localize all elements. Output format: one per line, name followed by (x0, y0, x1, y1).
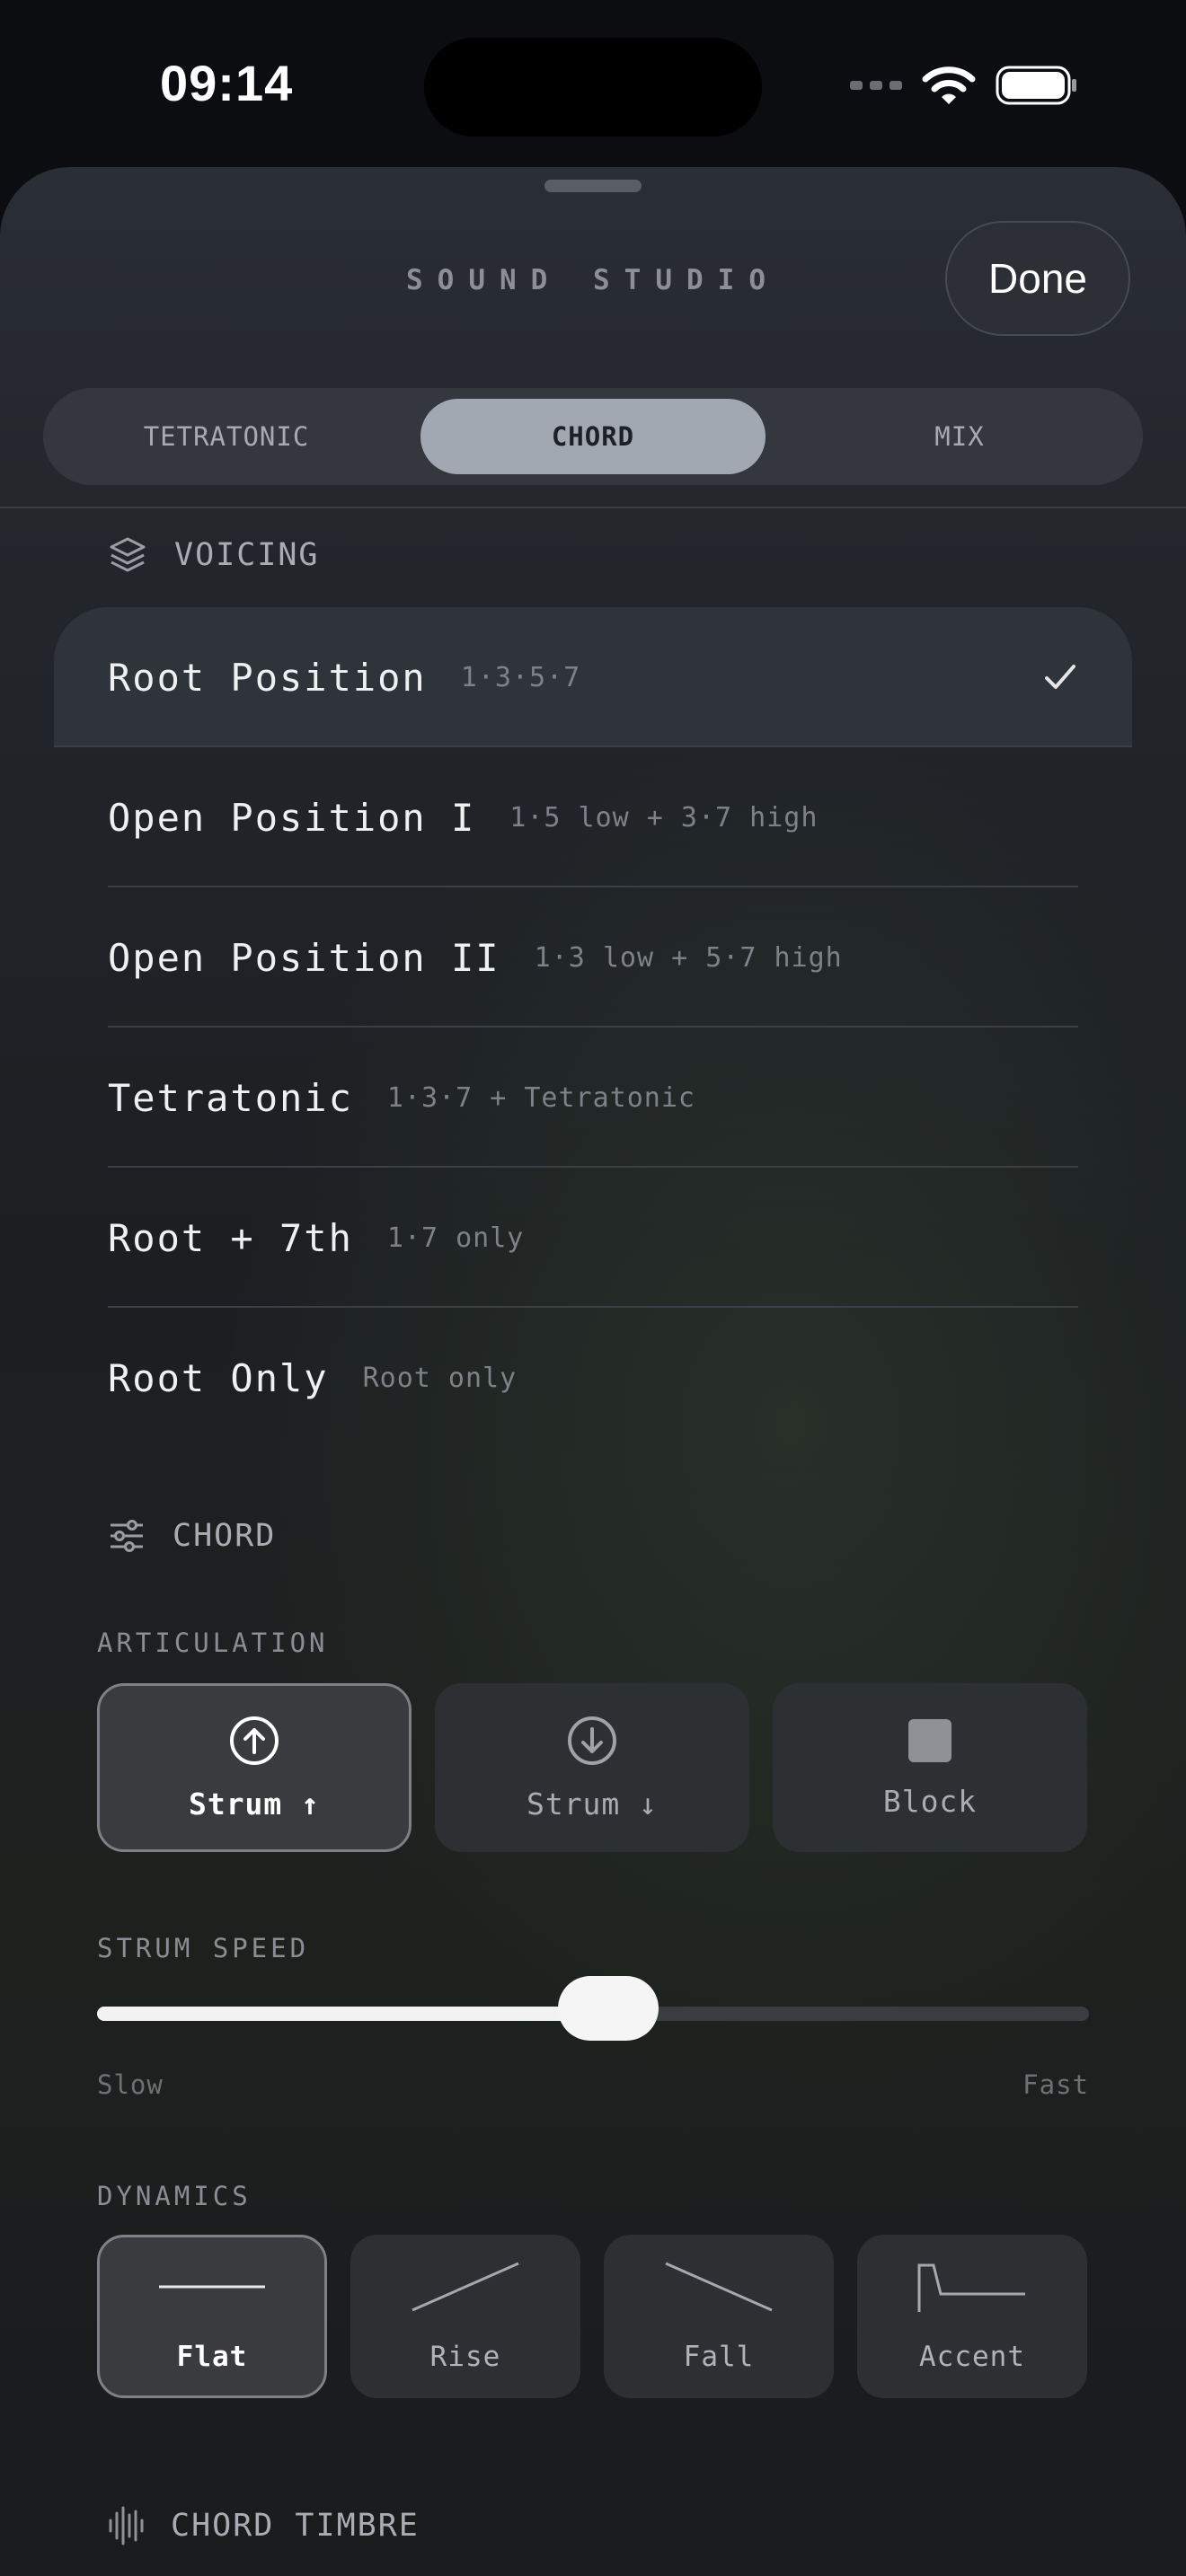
voicing-item-detail: 1·3 low + 5·7 high (534, 941, 843, 974)
dynamics-label-text: Fall (683, 2341, 755, 2373)
slider-thumb[interactable] (557, 1976, 659, 2041)
layers-icon (110, 537, 146, 572)
slider-fill (97, 2007, 608, 2021)
fall-line-icon (665, 2262, 773, 2312)
chord-header-label: CHORD (173, 1518, 277, 1554)
voicing-item-title: Root + 7th (108, 1215, 353, 1260)
dynamic-island (424, 38, 762, 137)
slider-min-label: Slow (97, 2069, 164, 2100)
tab-mix[interactable]: MIX (787, 399, 1132, 474)
articulation-label: ARTICULATION (97, 1628, 329, 1658)
voicing-item-open-position-i[interactable]: Open Position I 1·5 low + 3·7 high (54, 747, 1132, 887)
articulation-label-text: Strum ↑ (188, 1786, 321, 1822)
arrow-up-circle-icon (230, 1716, 279, 1765)
voicing-item-detail: 1·5 low + 3·7 high (509, 801, 819, 834)
chord-timbre-header-label: CHORD TIMBRE (171, 2508, 420, 2544)
dynamics-label-text: Accent (919, 2341, 1025, 2373)
accent-line-icon (917, 2263, 1025, 2312)
slider-max-label: Fast (1022, 2069, 1089, 2100)
sliders-icon (111, 1520, 143, 1552)
voicing-item-title: Root Position (108, 655, 427, 700)
articulation-strum-down-button[interactable]: Strum ↓ (435, 1683, 749, 1852)
flat-line-icon (159, 2285, 265, 2289)
rise-line-icon (412, 2262, 519, 2312)
voicing-item-root-7th[interactable]: Root + 7th 1·7 only (54, 1168, 1132, 1308)
voicing-item-root-only[interactable]: Root Only Root only (54, 1308, 1132, 1448)
voicing-section-header: VOICING (108, 535, 320, 575)
dynamics-options: Flat Rise Fall Accent (97, 2235, 1087, 2398)
checkmark-icon (1045, 665, 1075, 689)
articulation-strum-up-button[interactable]: Strum ↑ (97, 1683, 412, 1852)
dynamics-flat-button[interactable]: Flat (97, 2235, 327, 2398)
wifi-icon (922, 66, 976, 104)
dynamics-accent-button[interactable]: Accent (857, 2235, 1087, 2398)
dynamics-label-text: Rise (429, 2341, 501, 2373)
tab-segmented-control: TETRATONIC CHORD MIX (43, 388, 1143, 485)
dynamics-rise-button[interactable]: Rise (350, 2235, 580, 2398)
tab-chord[interactable]: CHORD (420, 399, 766, 474)
voicing-item-title: Tetratonic (108, 1075, 353, 1120)
header-divider (0, 507, 1186, 508)
voicing-item-detail: 1·3·5·7 (460, 661, 581, 693)
signal-dots-icon (850, 81, 902, 90)
chord-timbre-section-header: CHORD TIMBRE (108, 2506, 420, 2545)
articulation-block-button[interactable]: Block (773, 1683, 1087, 1852)
dynamics-label-text: Flat (176, 2341, 248, 2373)
strum-speed-label: STRUM SPEED (97, 1933, 310, 1963)
arrow-down-circle-icon (568, 1716, 616, 1765)
voicing-header-label: VOICING (174, 537, 320, 573)
sheet-grabber[interactable] (544, 180, 642, 192)
voicing-item-open-position-ii[interactable]: Open Position II 1·3 low + 5·7 high (54, 887, 1132, 1028)
sound-studio-sheet: SOUND STUDIO Done TETRATONIC CHORD MIX V… (0, 167, 1186, 2576)
status-icons (850, 65, 1078, 106)
voicing-item-title: Open Position I (108, 795, 476, 840)
chord-section-header: CHORD (108, 1518, 276, 1554)
voicing-item-tetratonic[interactable]: Tetratonic 1·3·7 + Tetratonic (54, 1028, 1132, 1168)
voicing-item-detail: Root only (362, 1362, 518, 1394)
voicing-item-title: Open Position II (108, 935, 500, 980)
dynamics-label: DYNAMICS (97, 2181, 252, 2211)
square-icon (908, 1718, 951, 1762)
articulation-label-text: Block (882, 1783, 978, 1819)
voicing-item-root-position[interactable]: Root Position 1·3·5·7 (54, 607, 1132, 747)
voicing-item-title: Root Only (108, 1355, 329, 1400)
done-button[interactable]: Done (945, 221, 1130, 336)
voicing-list: Root Position 1·3·5·7 Open Position I 1·… (54, 607, 1132, 1448)
waveform-icon (109, 2506, 144, 2545)
strum-speed-slider[interactable] (97, 1976, 1089, 2041)
tab-tetratonic[interactable]: TETRATONIC (54, 399, 399, 474)
articulation-label-text: Strum ↓ (526, 1786, 659, 1822)
voicing-item-detail: 1·3·7 + Tetratonic (386, 1081, 695, 1114)
articulation-options: Strum ↑ Strum ↓ Block (97, 1683, 1087, 1852)
dynamics-fall-button[interactable]: Fall (604, 2235, 834, 2398)
battery-icon (996, 66, 1076, 105)
voicing-item-detail: 1·7 only (386, 1222, 525, 1254)
status-time: 09:14 (160, 55, 294, 111)
